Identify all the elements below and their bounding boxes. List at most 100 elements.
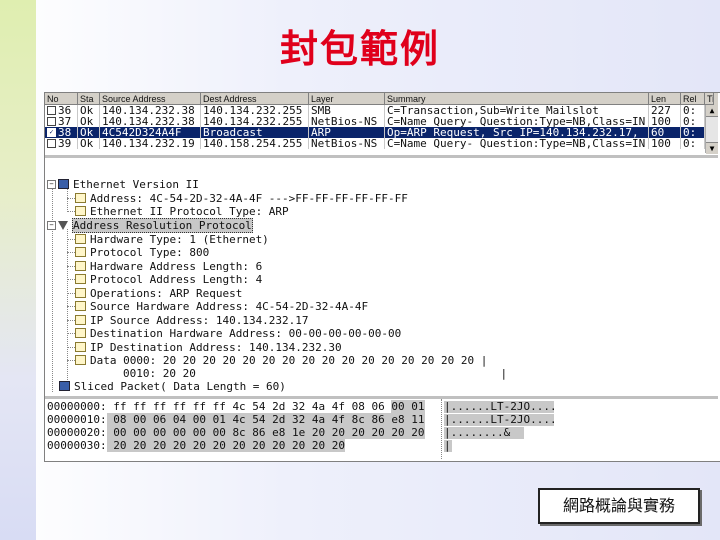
- tree-node-data[interactable]: Data 0000: 20 20 20 20 20 20 20 20 20 20…: [75, 354, 487, 367]
- hex-bytes-selected: 20 20 20 20 20 20 20 20 20 20 20 20: [106, 439, 346, 452]
- hex-row: 00000030: 20 20 20 20 20 20 20 20 20 20 …: [47, 439, 346, 452]
- row-summary: C=Transaction,Sub=Write_Mailslot: [385, 105, 649, 116]
- hex-ascii: |........&: [444, 427, 524, 439]
- tree-node[interactable]: IP Source Address: 140.134.232.17: [75, 314, 309, 327]
- hex-bytes: ff ff ff ff ff ff 4c 54 2d 32 4a 4f 08 0…: [106, 400, 392, 413]
- tree-node[interactable]: Ethernet II Protocol Type: ARP: [75, 205, 289, 218]
- hex-ascii: |......LT-2JO....: [444, 413, 557, 426]
- packet-list-header: No Sta Source Address Dest Address Layer…: [45, 93, 718, 105]
- tree-node[interactable]: Hardware Type: 1 (Ethernet): [75, 233, 269, 246]
- tree-node[interactable]: Operations: ARP Request: [75, 287, 242, 300]
- row-source: 140.134.232.38: [100, 116, 201, 127]
- network-icon: [58, 179, 69, 189]
- col-len[interactable]: Len: [649, 93, 681, 105]
- tree-node-label: Destination Hardware Address: 00-00-00-0…: [90, 327, 402, 340]
- packet-row[interactable]: 36 Ok 140.134.232.38 140.134.232.255 SMB…: [45, 105, 718, 116]
- hex-offset: 00000020:: [47, 426, 107, 439]
- row-no: 36: [58, 105, 72, 116]
- row-rel: 0:: [681, 116, 705, 127]
- tree-node-sliced[interactable]: Sliced Packet( Data Length = 60): [59, 380, 286, 393]
- tree-node[interactable]: Source Hardware Address: 4C-54-2D-32-4A-…: [75, 300, 368, 313]
- hex-bytes-selected: 00 01: [391, 400, 425, 413]
- tree-node[interactable]: Destination Hardware Address: 00-00-00-0…: [75, 327, 401, 340]
- hex-bytes-selected: 08 00 06 04 00 01 4c 54 2d 32 4a 4f 8c 8…: [106, 413, 425, 426]
- packet-row[interactable]: 37 Ok 140.134.232.38 140.134.232.255 Net…: [45, 116, 718, 127]
- tree-node[interactable]: Hardware Address Length: 6: [75, 260, 262, 273]
- row-summary: Op=ARP Request, Src IP=140.134.232.17,: [385, 127, 649, 138]
- tree-node[interactable]: IP Destination Address: 140.134.232.30: [75, 341, 342, 354]
- packet-list-scrollbar[interactable]: ▲ ▼: [705, 105, 718, 154]
- hex-offset: 00000010:: [47, 413, 107, 426]
- tree-node-label: 0010: 20 20 |: [123, 367, 508, 380]
- row-source: 140.134.232.19: [100, 138, 201, 149]
- packet-row[interactable]: 39 Ok 140.134.232.19 140.158.254.255 Net…: [45, 138, 718, 149]
- filter-icon: [58, 220, 68, 230]
- tree-node[interactable]: Protocol Type: 800: [75, 246, 209, 259]
- row-dest: 140.158.254.255: [201, 138, 309, 149]
- document-icon: [75, 315, 86, 325]
- document-icon: [75, 206, 86, 216]
- row-no: 37: [58, 116, 72, 127]
- tree-node[interactable]: Address: 4C-54-2D-32-4A-4F --->FF-FF-FF-…: [75, 192, 408, 205]
- tree-node-label: Ethernet II Protocol Type: ARP: [90, 205, 289, 218]
- row-dest: Broadcast: [201, 127, 309, 138]
- row-layer: SMB: [309, 105, 385, 116]
- row-len: 100: [649, 138, 681, 149]
- tree-node-label: Hardware Type: 1 (Ethernet): [90, 233, 269, 246]
- scroll-track[interactable]: [706, 117, 718, 142]
- row-dest: 140.134.232.255: [201, 116, 309, 127]
- tree-node-label: Operations: ARP Request: [90, 287, 243, 300]
- row-rel: 0:: [681, 138, 705, 149]
- row-rel: 0:: [681, 127, 705, 138]
- col-dest[interactable]: Dest Address: [201, 93, 309, 105]
- footer-course-label: 網路概論與實務: [538, 488, 700, 524]
- row-checkbox[interactable]: [47, 105, 56, 115]
- tree-node-label: Hardware Address Length: 6: [90, 260, 263, 273]
- row-summary: C=Name Query- Question:Type=NB,Class=IN: [385, 116, 649, 127]
- row-source: 140.134.232.38: [100, 105, 201, 116]
- row-len: 60: [649, 127, 681, 138]
- row-layer: ARP: [309, 127, 385, 138]
- col-layer[interactable]: Layer: [309, 93, 385, 105]
- document-icon: [75, 234, 86, 244]
- scroll-down-icon[interactable]: ▼: [706, 142, 718, 154]
- row-checkbox[interactable]: [47, 116, 56, 126]
- tree-node[interactable]: Protocol Address Length: 4: [75, 273, 262, 286]
- row-len: 227: [649, 105, 681, 116]
- tree-node-arp[interactable]: − Address Resolution Protocol: [47, 218, 253, 233]
- slide-title: 封包範例: [279, 26, 440, 71]
- row-source: 4C542D324A4F: [100, 127, 201, 138]
- hex-ascii: |: [444, 439, 452, 452]
- hex-row: 00000020: 00 00 00 00 00 00 8c 86 e8 1e …: [47, 426, 425, 439]
- collapse-icon[interactable]: −: [47, 220, 56, 230]
- hex-ascii: |......LT-2JO....: [444, 400, 557, 413]
- row-layer: NetBios-NS: [309, 116, 385, 127]
- row-no: 39: [58, 138, 72, 149]
- row-checkbox[interactable]: [47, 138, 56, 148]
- document-icon: [75, 342, 86, 352]
- document-icon: [75, 288, 86, 298]
- scroll-up-icon[interactable]: ▲: [706, 105, 718, 117]
- col-time[interactable]: Ti: [705, 93, 714, 105]
- col-no[interactable]: No: [45, 93, 78, 105]
- hex-dump-panel: 00000000: ff ff ff ff ff ff 4c 54 2d 32 …: [45, 399, 718, 459]
- tree-node-label: IP Source Address: 140.134.232.17: [90, 314, 309, 327]
- tree-node-ethernet[interactable]: − Ethernet Version II: [47, 178, 199, 191]
- packet-analyzer-window: No Sta Source Address Dest Address Layer…: [44, 92, 720, 462]
- row-layer: NetBios-NS: [309, 138, 385, 149]
- collapse-icon[interactable]: −: [47, 179, 56, 189]
- packet-row-selected[interactable]: ✓ 38 Ok 4C542D324A4F Broadcast ARP Op=ARP…: [45, 127, 718, 138]
- tree-node-label: Address: 4C-54-2D-32-4A-4F --->FF-FF-FF-…: [90, 192, 408, 205]
- row-status: Ok: [78, 105, 100, 116]
- col-rel[interactable]: Rel: [681, 93, 705, 105]
- col-summary[interactable]: Summary: [385, 93, 649, 105]
- hex-row: 00000010: 08 00 06 04 00 01 4c 54 2d 32 …: [47, 413, 425, 426]
- col-status[interactable]: Sta: [78, 93, 100, 105]
- document-icon: [75, 247, 86, 257]
- document-icon: [75, 328, 86, 338]
- col-source[interactable]: Source Address: [100, 93, 201, 105]
- row-dest: 140.134.232.255: [201, 105, 309, 116]
- row-checkbox-checked[interactable]: ✓: [47, 127, 56, 137]
- hex-row: 00000000: ff ff ff ff ff ff 4c 54 2d 32 …: [47, 400, 425, 413]
- document-icon: [75, 355, 86, 365]
